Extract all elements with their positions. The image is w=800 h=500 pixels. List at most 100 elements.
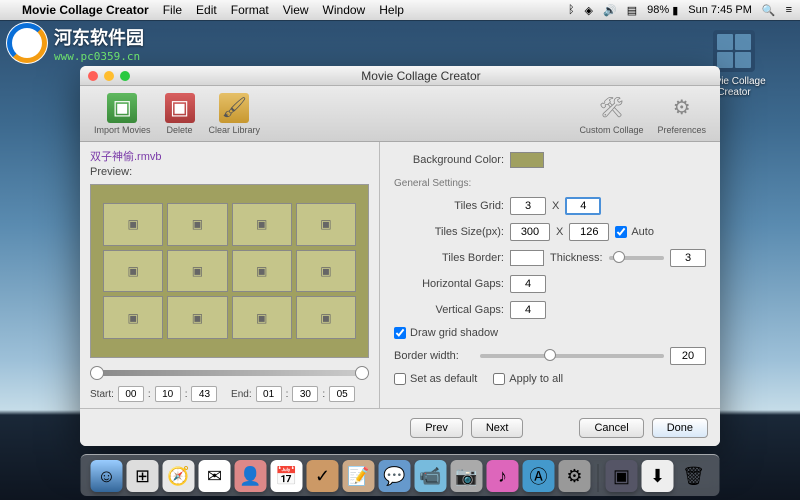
clock[interactable]: Sun 7:45 PM [688, 4, 752, 16]
flag-icon[interactable]: ▤ [627, 4, 637, 17]
bg-color-swatch[interactable] [510, 152, 544, 168]
timeline-slider[interactable] [90, 370, 369, 376]
settings-pane: Background Color: General Settings: Tile… [380, 142, 720, 408]
cancel-button[interactable]: Cancel [579, 418, 643, 438]
menu-help[interactable]: Help [379, 3, 404, 17]
dock-reminders[interactable]: ✓ [307, 460, 339, 492]
tile-height-input[interactable] [569, 223, 609, 241]
watermark-title: 河东软件园 [54, 24, 144, 50]
prev-button[interactable]: Prev [410, 418, 463, 438]
menu-view[interactable]: View [283, 3, 309, 17]
dock-settings[interactable]: ⚙ [559, 460, 591, 492]
tile: ▣ [232, 250, 292, 293]
wifi-icon[interactable]: ◈ [585, 4, 593, 17]
dock-itunes[interactable]: ♪ [487, 460, 519, 492]
watermark: 河东软件园 www.pc0359.cn [6, 22, 144, 64]
start-hh[interactable] [118, 386, 144, 402]
watermark-logo [6, 22, 48, 64]
volume-icon[interactable]: 🔊 [603, 4, 617, 17]
custom-collage-button[interactable]: 🛠 Custom Collage [575, 91, 647, 137]
clear-library-button[interactable]: 🖌 Clear Library [205, 91, 265, 137]
end-ss[interactable] [329, 386, 355, 402]
end-mm[interactable] [292, 386, 318, 402]
tile: ▣ [103, 203, 163, 246]
app-menu[interactable]: Movie Collage Creator [22, 3, 149, 17]
dock-facetime[interactable]: 📹 [415, 460, 447, 492]
apply-all-checkbox[interactable] [493, 373, 505, 385]
app-icon [713, 30, 755, 72]
bluetooth-icon[interactable]: ᛒ [568, 4, 575, 16]
start-mm[interactable] [155, 386, 181, 402]
delete-button[interactable]: ▣ Delete [161, 91, 199, 137]
dock-notes[interactable]: 📝 [343, 460, 375, 492]
dock-finder[interactable]: ☺ [91, 460, 123, 492]
start-ss[interactable] [191, 386, 217, 402]
dock-safari[interactable]: 🧭 [163, 460, 195, 492]
import-movies-button[interactable]: ▣ Import Movies [90, 91, 155, 137]
border-color-swatch[interactable] [510, 250, 544, 266]
grid-shadow-label: Draw grid shadow [410, 327, 498, 339]
dock-downloads[interactable]: ⬇ [642, 460, 674, 492]
dock-launchpad[interactable]: ⊞ [127, 460, 159, 492]
thickness-slider[interactable] [609, 256, 664, 260]
preferences-button[interactable]: ⚙ Preferences [653, 91, 710, 137]
dock-calendar[interactable]: 📅 [271, 460, 303, 492]
tile: ▣ [296, 203, 356, 246]
grid-cols-input[interactable] [565, 197, 601, 215]
tools-icon: 🛠 [596, 93, 626, 123]
thickness-input[interactable] [670, 249, 706, 267]
filename: 双子神偷.rmvb [90, 148, 369, 164]
close-button[interactable] [88, 71, 98, 81]
start-label: Start: [90, 389, 114, 400]
end-hh[interactable] [256, 386, 282, 402]
grid-shadow-checkbox[interactable] [394, 327, 406, 339]
titlebar[interactable]: Movie Collage Creator [80, 66, 720, 86]
done-button[interactable]: Done [652, 418, 708, 438]
vgap-input[interactable] [510, 301, 546, 319]
brush-icon: 🖌 [219, 93, 249, 123]
vgap-label: Vertical Gaps: [394, 304, 504, 316]
zoom-button[interactable] [120, 71, 130, 81]
border-width-label: Border width: [394, 350, 474, 362]
set-default-checkbox[interactable] [394, 373, 406, 385]
dock-photobooth[interactable]: 📷 [451, 460, 483, 492]
tiles-border-label: Tiles Border: [394, 252, 504, 264]
next-button[interactable]: Next [471, 418, 524, 438]
tile-width-input[interactable] [510, 223, 550, 241]
dock-contacts[interactable]: 👤 [235, 460, 267, 492]
border-width-slider[interactable] [480, 354, 664, 358]
tile: ▣ [296, 250, 356, 293]
dock-separator [598, 464, 599, 492]
grid-rows-input[interactable] [510, 197, 546, 215]
bg-color-label: Background Color: [394, 154, 504, 166]
delete-icon: ▣ [165, 93, 195, 123]
menubar: Movie Collage Creator File Edit Format V… [0, 0, 800, 20]
hgap-label: Horizontal Gaps: [394, 278, 504, 290]
menu-file[interactable]: File [163, 3, 182, 17]
dock-app[interactable]: ▣ [606, 460, 638, 492]
menu-format[interactable]: Format [231, 3, 269, 17]
battery-status[interactable]: 98% ▮ [647, 4, 678, 17]
preview-pane: 双子神偷.rmvb Preview: ▣▣▣▣ ▣▣▣▣ ▣▣▣▣ Start:… [80, 142, 380, 408]
border-width-input[interactable] [670, 347, 706, 365]
window-title: Movie Collage Creator [130, 69, 712, 83]
auto-checkbox[interactable] [615, 226, 627, 238]
notification-icon[interactable]: ≡ [786, 4, 792, 16]
tile: ▣ [103, 250, 163, 293]
dock-appstore[interactable]: Ⓐ [523, 460, 555, 492]
dock-trash[interactable]: 🗑 [678, 460, 710, 492]
minimize-button[interactable] [104, 71, 114, 81]
dock-messages[interactable]: 💬 [379, 460, 411, 492]
tile: ▣ [232, 296, 292, 339]
hgap-input[interactable] [510, 275, 546, 293]
preview-label: Preview: [90, 166, 369, 178]
tile: ▣ [103, 296, 163, 339]
app-window: Movie Collage Creator ▣ Import Movies ▣ … [80, 66, 720, 446]
menu-edit[interactable]: Edit [196, 3, 217, 17]
thickness-label: Thickness: [550, 252, 603, 264]
menu-window[interactable]: Window [323, 3, 366, 17]
spotlight-icon[interactable]: 🔍 [762, 4, 776, 17]
watermark-url: www.pc0359.cn [54, 50, 144, 63]
toolbar: ▣ Import Movies ▣ Delete 🖌 Clear Library… [80, 86, 720, 142]
dock-mail[interactable]: ✉ [199, 460, 231, 492]
